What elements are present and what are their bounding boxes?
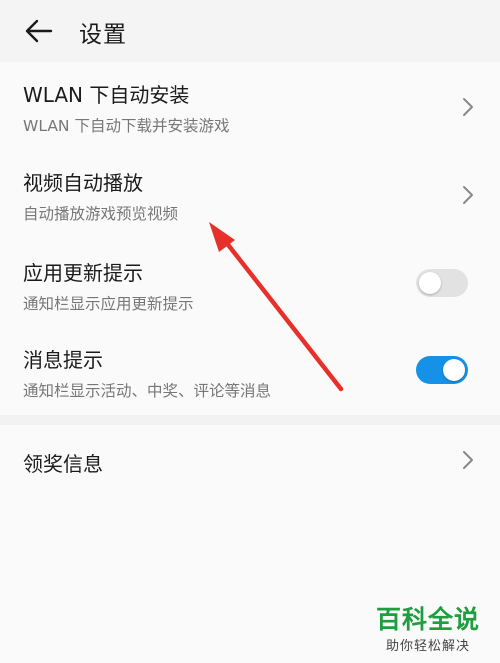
setting-subtitle: 自动播放游戏预览视频 [23, 205, 179, 223]
back-button[interactable] [20, 12, 58, 50]
message-notice-toggle[interactable] [416, 356, 468, 384]
chevron-right-icon [463, 451, 473, 469]
setting-title: 消息提示 [23, 348, 103, 372]
setting-title: 视频自动播放 [23, 171, 143, 195]
setting-video-autoplay[interactable]: 视频自动播放 自动播放游戏预览视频 [0, 150, 500, 238]
setting-title: 领奖信息 [23, 452, 103, 476]
chevron-right-icon [463, 98, 473, 116]
setting-wlan-auto-install[interactable]: WLAN 下自动安装 WLAN 下自动下载并安装游戏 [0, 62, 500, 150]
setting-title: 应用更新提示 [23, 261, 143, 285]
toggle-knob [443, 359, 465, 381]
watermark-subtitle: 助你轻松解决 [385, 639, 470, 654]
setting-update-notice: 应用更新提示 通知栏显示应用更新提示 [0, 238, 500, 326]
page-title: 设置 [79, 22, 127, 48]
arrow-left-icon [25, 19, 53, 43]
setting-prize-info[interactable]: 领奖信息 [0, 425, 500, 495]
toggle-knob [419, 272, 441, 294]
header-bar: 设置 [0, 0, 500, 62]
settings-card: WLAN 下自动安装 WLAN 下自动下载并安装游戏 视频自动播放 自动播放游戏… [0, 62, 500, 415]
watermark-logo: 百科全说 助你轻松解决 [372, 605, 484, 655]
setting-subtitle: 通知栏显示应用更新提示 [23, 295, 194, 313]
setting-title: WLAN 下自动安装 [23, 83, 190, 107]
chevron-right-icon [463, 186, 473, 204]
watermark-title: 百科全说 [375, 605, 480, 634]
settings-screen: 设置 WLAN 下自动安装 WLAN 下自动下载并安装游戏 视频自动播放 自动播… [0, 0, 500, 663]
setting-subtitle: 通知栏显示活动、中奖、评论等消息 [23, 382, 272, 400]
setting-message-notice: 消息提示 通知栏显示活动、中奖、评论等消息 [0, 326, 500, 415]
setting-subtitle: WLAN 下自动下载并安装游戏 [23, 117, 230, 135]
update-notice-toggle[interactable] [416, 269, 468, 297]
